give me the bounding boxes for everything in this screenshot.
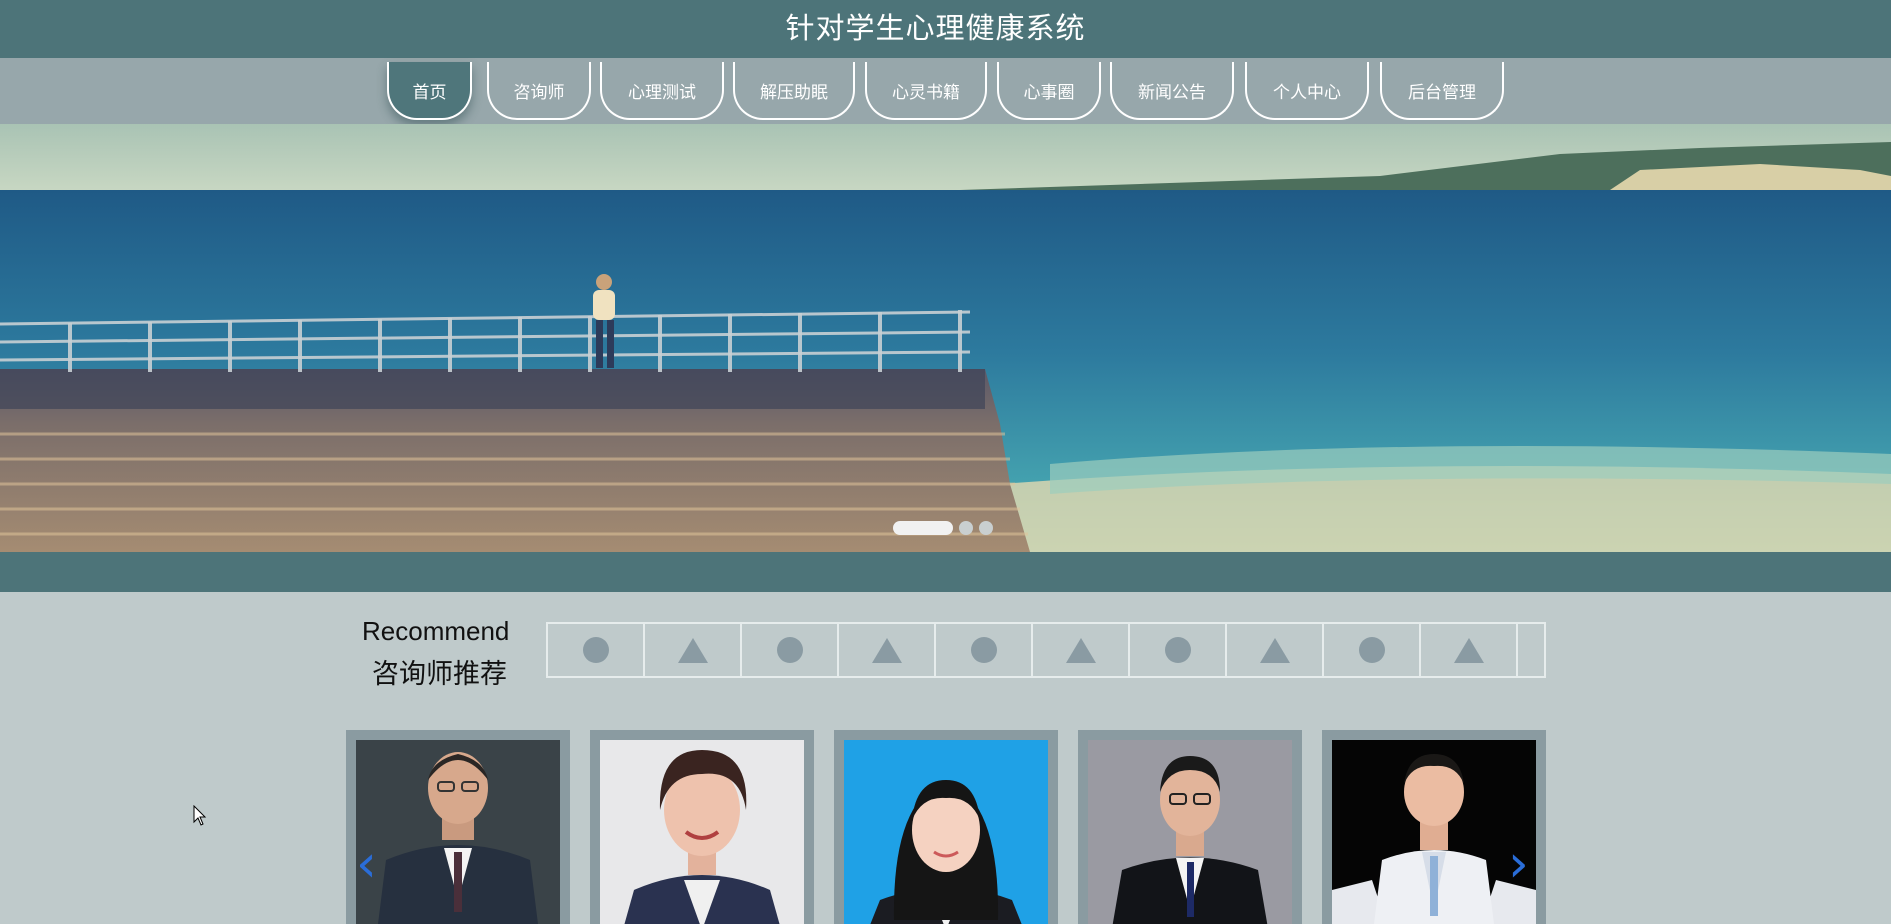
strip-cell <box>936 624 1033 676</box>
banner-pagination <box>893 520 993 536</box>
nav-item-news[interactable]: 新闻公告 <box>1110 62 1234 120</box>
recommend-decoration-strip <box>546 622 1546 678</box>
nav-label: 个人中心 <box>1273 82 1341 103</box>
circle-icon <box>1164 637 1191 663</box>
hero-banner[interactable] <box>0 124 1891 552</box>
counselor-4-photo <box>1088 740 1292 924</box>
site-title: 针对学生心理健康系统 <box>785 11 1086 45</box>
strip-cell <box>1033 624 1130 676</box>
carousel-prev-chevron-left-icon[interactable]: ‹ <box>356 838 377 890</box>
triangle-icon <box>1259 637 1290 663</box>
strip-cell <box>1324 624 1421 676</box>
recommend-title-cn: 咨询师推荐 <box>372 659 507 690</box>
counselor-1-photo <box>356 740 560 924</box>
nav-item-profile[interactable]: 个人中心 <box>1245 62 1369 120</box>
recommend-title-en: Recommend <box>362 616 510 646</box>
triangle-icon <box>871 637 902 663</box>
nav-item-relax-sleep[interactable]: 解压助眠 <box>733 62 855 120</box>
nav-label: 首页 <box>412 82 447 103</box>
carousel-next-chevron-right-icon[interactable]: › <box>1508 838 1529 890</box>
mouse-cursor-icon <box>193 805 207 826</box>
counselor-2-photo <box>600 740 804 924</box>
nav-item-counselors[interactable]: 咨询师 <box>487 62 591 120</box>
nav-label: 咨询师 <box>513 82 565 103</box>
triangle-icon <box>677 637 708 663</box>
triangle-icon <box>1453 637 1484 663</box>
banner-bottom-strip <box>0 552 1891 592</box>
strip-cell <box>548 624 645 676</box>
circle-icon <box>582 637 609 663</box>
nav-label: 新闻公告 <box>1138 82 1206 103</box>
counselor-3-photo <box>844 740 1048 924</box>
counselor-5-photo <box>1332 740 1536 924</box>
banner-dot-2[interactable] <box>959 521 973 535</box>
nav-item-home[interactable]: 首页 <box>387 62 472 120</box>
strip-cell <box>645 624 742 676</box>
strip-cell <box>839 624 936 676</box>
banner-seascape-image <box>0 124 1891 552</box>
banner-dot-3[interactable] <box>979 521 993 535</box>
nav-label: 解压助眠 <box>760 82 828 103</box>
triangle-icon <box>1065 637 1096 663</box>
strip-cell <box>742 624 839 676</box>
nav-label: 后台管理 <box>1408 82 1476 103</box>
circle-icon <box>970 637 997 663</box>
nav-label: 心事圈 <box>1023 82 1075 103</box>
nav-label: 心灵书籍 <box>892 82 960 103</box>
circle-icon <box>776 637 803 663</box>
site-header: 针对学生心理健康系统 <box>0 0 1891 58</box>
banner-dot-1[interactable] <box>893 521 953 535</box>
nav-item-psych-test[interactable]: 心理测试 <box>600 62 724 120</box>
nav-item-mood-circle[interactable]: 心事圈 <box>997 62 1101 120</box>
nav-label: 心理测试 <box>628 82 696 103</box>
nav-item-admin[interactable]: 后台管理 <box>1380 62 1504 120</box>
strip-cell <box>1130 624 1227 676</box>
nav-item-books[interactable]: 心灵书籍 <box>865 62 987 120</box>
counselor-card-3[interactable] <box>834 730 1058 924</box>
counselor-card-5[interactable] <box>1322 730 1546 924</box>
counselor-card-2[interactable] <box>590 730 814 924</box>
counselor-card-1[interactable] <box>346 730 570 924</box>
counselor-card-4[interactable] <box>1078 730 1302 924</box>
strip-cell <box>1421 624 1518 676</box>
strip-cell <box>1227 624 1324 676</box>
circle-icon <box>1358 637 1385 663</box>
